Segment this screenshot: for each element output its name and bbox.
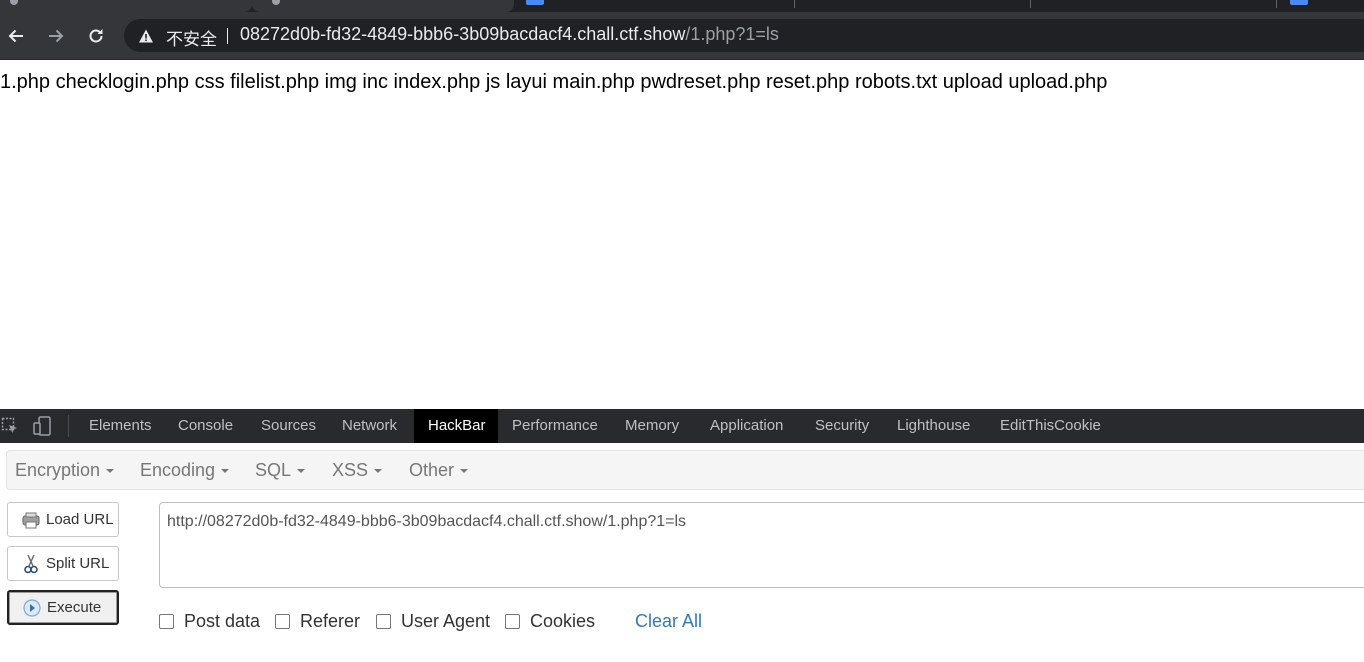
load-url-icon [21, 510, 41, 530]
tab-separator [794, 0, 795, 8]
post-data-label: Post data [184, 611, 261, 631]
split-url-button[interactable]: Split URL [7, 546, 119, 581]
caret-down-icon [460, 469, 469, 474]
tab-memory[interactable]: Memory [611, 409, 693, 443]
omnibox-divider [227, 28, 228, 44]
browser-tab[interactable] [0, 0, 252, 12]
url-path: /1.php?1=ls [685, 24, 779, 44]
menu-encryption-label: Encryption [15, 460, 101, 480]
tab-security[interactable]: Security [801, 409, 883, 443]
inspect-element-icon[interactable] [0, 416, 20, 436]
referer-checkbox[interactable] [275, 614, 290, 629]
url-text[interactable]: 08272d0b-fd32-4849-bbb6-3b09bacdacf4.cha… [240, 24, 779, 45]
post-data-option[interactable]: Post data [159, 611, 260, 632]
caret-down-icon [221, 469, 230, 474]
tab-separator [1030, 0, 1031, 8]
load-url-label: Load URL [46, 511, 114, 528]
address-bar[interactable]: 不安全 08272d0b-fd32-4849-bbb6-3b09bacdacf4… [124, 19, 1364, 52]
arrow-right-icon [49, 29, 64, 43]
tab-strip [0, 0, 1364, 12]
menu-xss-label: XSS [332, 460, 369, 480]
execute-label: Execute [47, 599, 102, 616]
hackbar-menu-bar: Encryption Encoding SQL XSS Other [6, 450, 1364, 490]
scissors-icon [21, 554, 41, 574]
menu-encoding-label: Encoding [140, 460, 216, 480]
browser-tab[interactable] [252, 0, 514, 12]
menu-other-label: Other [409, 460, 455, 480]
caret-down-icon [374, 469, 383, 474]
reload-button[interactable] [83, 23, 109, 49]
caret-down-icon [106, 469, 115, 474]
toolbar-divider [68, 415, 69, 437]
tab-sources[interactable]: Sources [247, 409, 330, 443]
clear-all-link[interactable]: Clear All [635, 611, 702, 632]
user-agent-option[interactable]: User Agent [376, 611, 490, 632]
tab-separator [1276, 0, 1277, 8]
tab-performance[interactable]: Performance [498, 409, 612, 443]
menu-other[interactable]: Other [409, 460, 469, 481]
tab-hackbar[interactable]: HackBar [414, 409, 498, 443]
user-agent-checkbox[interactable] [376, 614, 391, 629]
tab-application[interactable]: Application [696, 409, 797, 443]
execute-button[interactable]: Execute [7, 590, 119, 625]
play-icon [22, 598, 42, 618]
devtools-tab-bar: Elements Console Sources Network HackBar… [0, 409, 1364, 443]
devtools-panel: Elements Console Sources Network HackBar… [0, 409, 1364, 662]
menu-sql-label: SQL [255, 460, 292, 480]
split-url-label: Split URL [46, 555, 110, 572]
browser-toolbar: 不安全 08272d0b-fd32-4849-bbb6-3b09bacdacf4… [0, 12, 1364, 60]
security-status-label[interactable]: 不安全 [166, 25, 217, 50]
tab-console[interactable]: Console [164, 409, 247, 443]
url-host: 08272d0b-fd32-4849-bbb6-3b09bacdacf4.cha… [240, 24, 686, 44]
menu-encoding[interactable]: Encoding [140, 460, 230, 481]
user-agent-label: User Agent [401, 611, 491, 631]
tab-lighthouse[interactable]: Lighthouse [883, 409, 984, 443]
arrow-left-icon [8, 29, 23, 43]
referer-label: Referer [300, 611, 361, 631]
menu-sql[interactable]: SQL [255, 460, 306, 481]
back-button[interactable] [3, 23, 29, 49]
tab-network[interactable]: Network [328, 409, 411, 443]
referer-option[interactable]: Referer [275, 611, 360, 632]
tab-elements[interactable]: Elements [75, 409, 166, 443]
cookies-label: Cookies [530, 611, 596, 631]
caret-down-icon [297, 469, 306, 474]
url-textarea[interactable]: http://08272d0b-fd32-4849-bbb6-3b09bacda… [159, 502, 1364, 588]
reload-icon [89, 29, 103, 43]
cookies-option[interactable]: Cookies [505, 611, 595, 632]
tab-editthiscookie[interactable]: EditThisCookie [986, 409, 1115, 443]
post-data-checkbox[interactable] [159, 614, 174, 629]
page-output-text: 1.php checklogin.php css filelist.php im… [0, 71, 1108, 93]
device-toggle-icon[interactable] [32, 416, 52, 436]
load-url-button[interactable]: Load URL [7, 502, 119, 537]
menu-xss[interactable]: XSS [332, 460, 383, 481]
menu-encryption[interactable]: Encryption [15, 460, 115, 481]
tab-favicon-icon [1290, 0, 1308, 5]
warning-triangle-icon[interactable] [138, 28, 154, 44]
tab-favicon-icon [526, 0, 544, 5]
cookies-checkbox[interactable] [505, 614, 520, 629]
forward-button[interactable] [43, 23, 69, 49]
